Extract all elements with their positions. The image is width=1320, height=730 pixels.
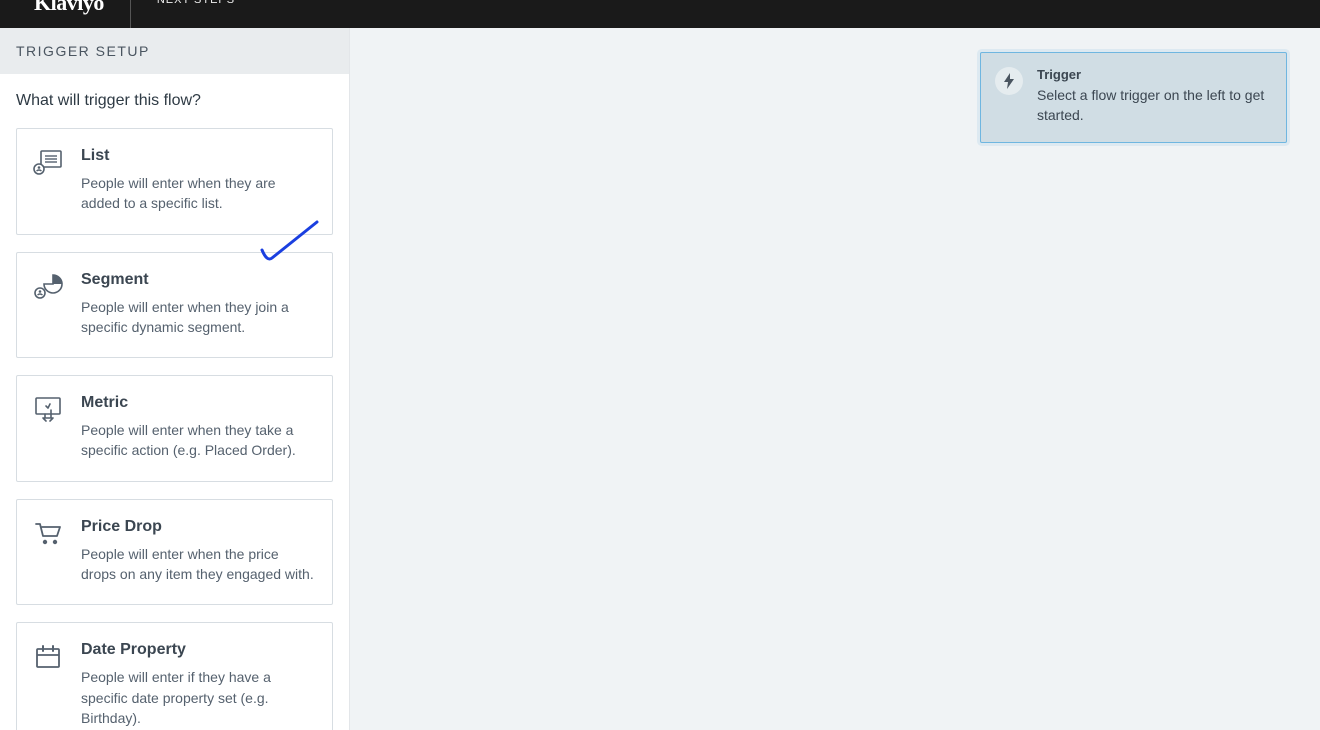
trigger-option-metric-text: Metric People will enter when they take …: [81, 394, 316, 461]
trigger-option-date-property-title: Date Property: [81, 641, 316, 659]
trigger-option-date-property-text: Date Property People will enter if they …: [81, 641, 316, 728]
flow-canvas[interactable]: Trigger Select a flow trigger on the lef…: [350, 28, 1320, 730]
trigger-hint-body: Trigger Select a flow trigger on the lef…: [1037, 67, 1270, 126]
trigger-hint-card: Trigger Select a flow trigger on the lef…: [980, 52, 1287, 143]
trigger-option-list-title: List: [81, 147, 316, 165]
trigger-option-date-property-desc: People will enter if they have a specifi…: [81, 667, 316, 728]
trigger-option-price-drop-desc: People will enter when the price drops o…: [81, 544, 316, 585]
trigger-option-price-drop[interactable]: Price Drop People will enter when the pr…: [16, 499, 333, 606]
sidebar-body: What will trigger this flow? List: [0, 74, 349, 730]
list-icon: [33, 149, 63, 179]
trigger-option-list[interactable]: List People will enter when they are add…: [16, 128, 333, 235]
trigger-option-segment-desc: People will enter when they join a speci…: [81, 297, 316, 338]
trigger-option-segment-title: Segment: [81, 271, 316, 289]
top-bar-divider: [130, 0, 131, 28]
trigger-hint-desc: Select a flow trigger on the left to get…: [1037, 85, 1270, 126]
trigger-option-segment[interactable]: Segment People will enter when they join…: [16, 252, 333, 359]
trigger-option-date-property[interactable]: Date Property People will enter if they …: [16, 622, 333, 730]
trigger-option-metric-desc: People will enter when they take a speci…: [81, 420, 316, 461]
trigger-option-price-drop-text: Price Drop People will enter when the pr…: [81, 518, 316, 585]
calendar-icon: [33, 643, 63, 673]
trigger-option-metric[interactable]: Metric People will enter when they take …: [16, 375, 333, 482]
trigger-option-list-text: List People will enter when they are add…: [81, 147, 316, 214]
lightning-icon: [995, 67, 1023, 95]
trigger-option-list-desc: People will enter when they are added to…: [81, 173, 316, 214]
metric-icon: [33, 396, 63, 426]
main-layout: TRIGGER SETUP What will trigger this flo…: [0, 28, 1320, 730]
trigger-question: What will trigger this flow?: [16, 92, 333, 110]
trigger-hint-title: Trigger: [1037, 67, 1270, 82]
trigger-setup-sidebar: TRIGGER SETUP What will trigger this flo…: [0, 28, 350, 730]
next-steps-label: NEXT STEPS: [157, 0, 235, 6]
segment-icon: [33, 273, 63, 303]
trigger-option-price-drop-title: Price Drop: [81, 518, 316, 536]
cart-icon: [33, 520, 63, 550]
sidebar-section-title: TRIGGER SETUP: [0, 28, 349, 74]
top-bar: Klaviyo NEXT STEPS: [0, 0, 1320, 28]
trigger-option-metric-title: Metric: [81, 394, 316, 412]
brand-logo: Klaviyo: [34, 0, 104, 16]
trigger-option-segment-text: Segment People will enter when they join…: [81, 271, 316, 338]
